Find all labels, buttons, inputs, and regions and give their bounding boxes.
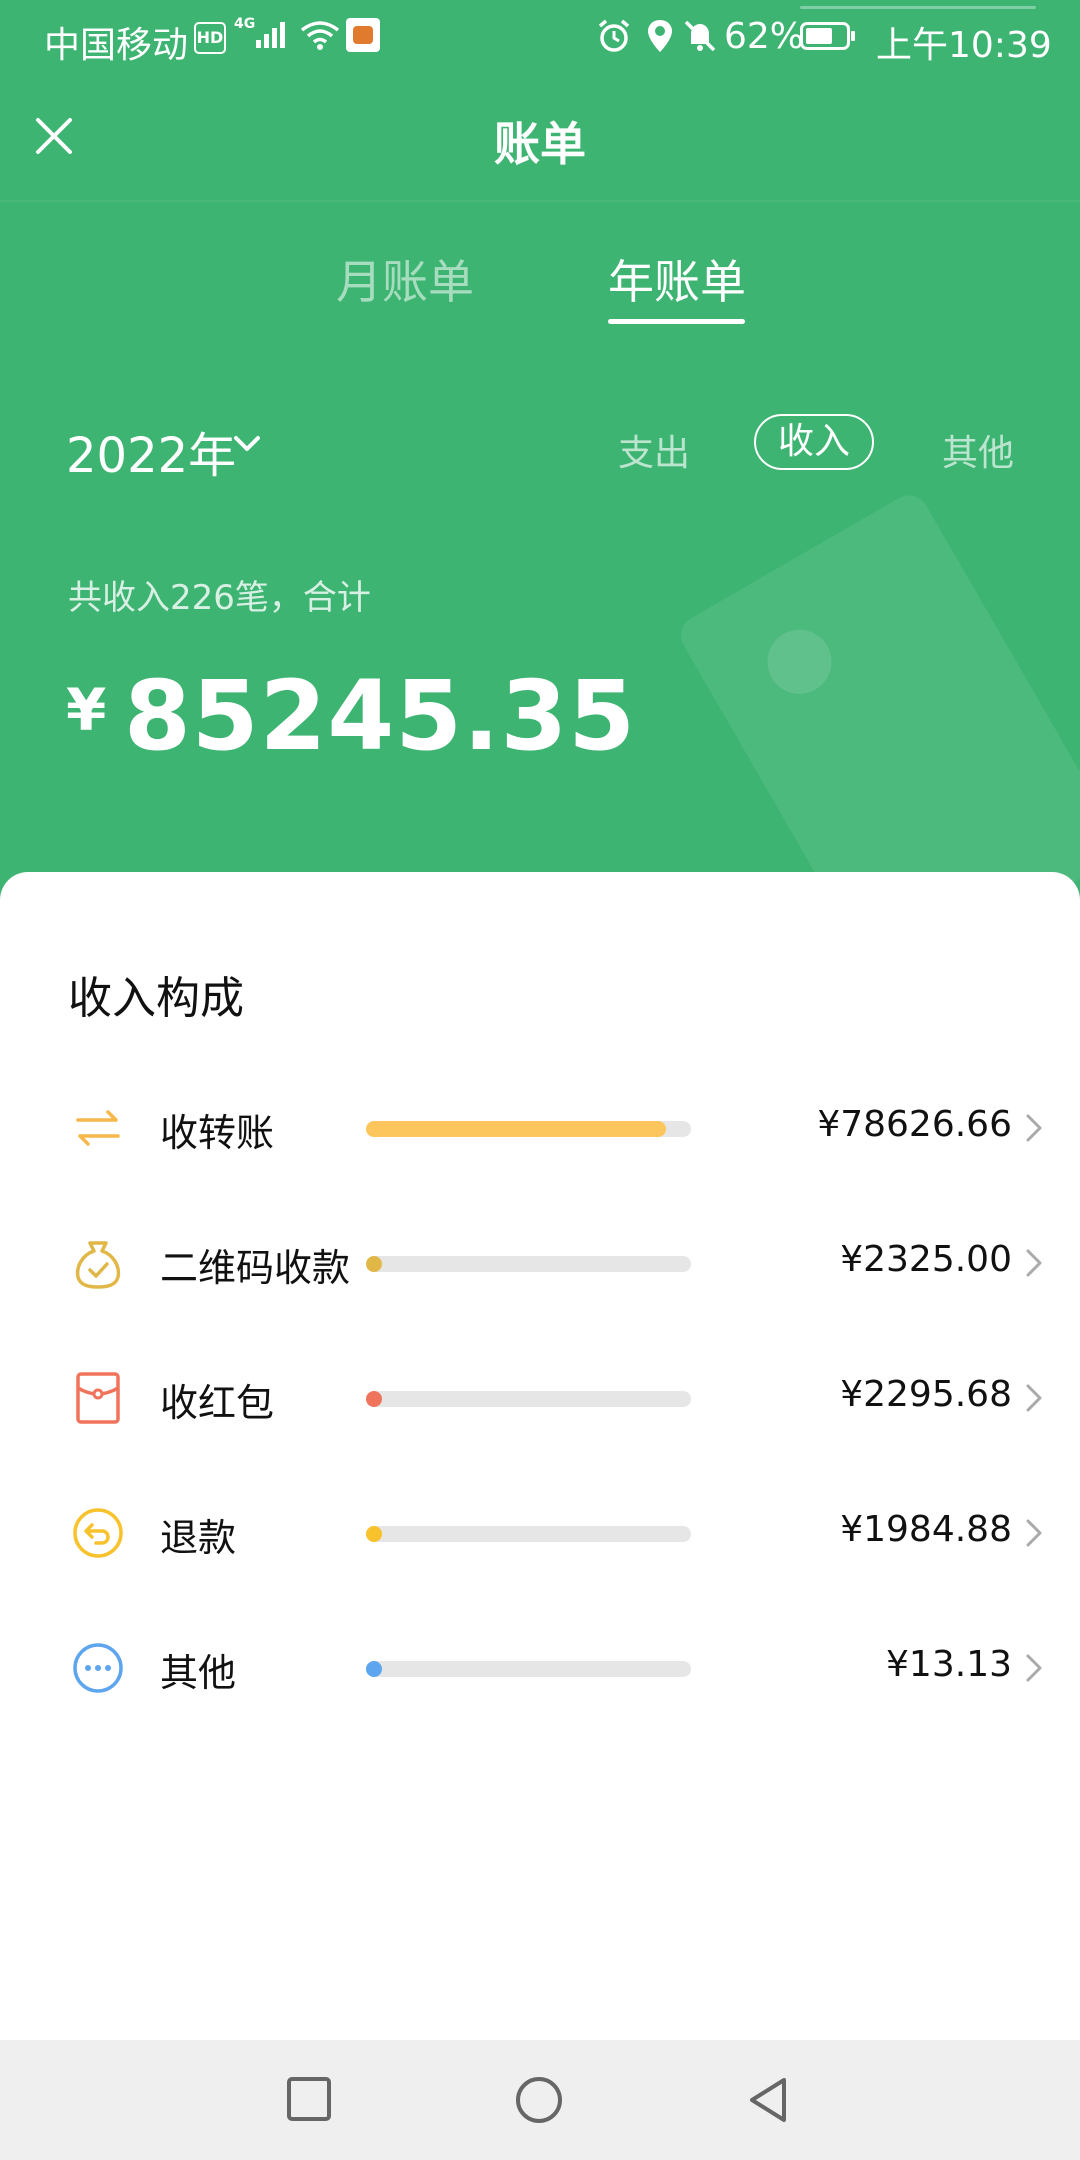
share-bar-fill	[366, 1121, 666, 1137]
income-row-amount: ¥13.13	[886, 1644, 1012, 1685]
share-bar-fill	[366, 1661, 382, 1677]
income-row-label: 收红包	[160, 1381, 275, 1425]
transfer-icon	[76, 1110, 120, 1146]
signal-icon	[256, 22, 285, 48]
mute-icon	[684, 20, 716, 52]
section-title: 收入构成	[68, 973, 244, 1024]
back-icon[interactable]	[746, 2076, 790, 2124]
refund-icon	[73, 1508, 123, 1558]
status-bar: 中国移动 HD 4G 62% 上午10:39	[0, 0, 1080, 80]
income-row-amount: ¥2295.68	[840, 1374, 1012, 1415]
filter-income[interactable]: 收入	[754, 414, 874, 470]
app-notification-icon	[346, 18, 380, 52]
income-row-amount: ¥78626.66	[817, 1104, 1012, 1145]
alarm-icon	[598, 19, 630, 52]
income-composition-card	[0, 872, 1080, 2040]
share-bar-fill	[366, 1526, 382, 1542]
share-bar-track	[366, 1121, 691, 1137]
hd-icon: HD	[194, 22, 226, 54]
share-bar-track	[366, 1391, 691, 1407]
battery-percent: 62%	[724, 16, 805, 57]
share-bar-track	[366, 1256, 691, 1272]
filter-expense[interactable]: 支出	[618, 424, 690, 476]
clock: 上午10:39	[876, 25, 1052, 66]
income-row-label: 收转账	[160, 1111, 275, 1155]
header-panel: 中国移动 HD 4G 62% 上午10:39 账单 月账单 年账单 2022年 …	[0, 0, 1080, 900]
chevron-right-icon	[1026, 1384, 1042, 1412]
income-row-refund[interactable]: 退款 ¥1984.88	[0, 1481, 1080, 1581]
page-title: 账单	[494, 117, 586, 171]
total-amount: 85245.35	[124, 660, 637, 772]
active-tab-indicator	[608, 319, 745, 324]
location-icon	[648, 20, 672, 52]
income-row-amount: ¥1984.88	[840, 1509, 1012, 1550]
currency-symbol: ¥	[66, 676, 107, 744]
income-row-label: 退款	[160, 1516, 237, 1560]
tab-month-bill[interactable]: 月账单	[336, 246, 474, 312]
title-divider	[0, 200, 1080, 202]
share-bar-fill	[366, 1391, 382, 1407]
income-row-transfer[interactable]: 收转账 ¥78626.66	[0, 1076, 1080, 1176]
filter-other[interactable]: 其他	[942, 424, 1014, 476]
year-label: 2022年	[66, 428, 237, 484]
carrier-name: 中国移动	[44, 25, 189, 66]
income-row-red-envelope[interactable]: 收红包 ¥2295.68	[0, 1346, 1080, 1446]
decoration-graphic	[673, 488, 1080, 900]
year-selector[interactable]: 2022年	[66, 416, 260, 486]
system-nav-bar	[0, 2040, 1080, 2160]
status-indicator-line	[800, 6, 1036, 9]
share-bar-track	[366, 1526, 691, 1542]
red-envelope-icon	[76, 1372, 120, 1424]
income-row-amount: ¥2325.00	[840, 1239, 1012, 1280]
more-icon	[73, 1643, 123, 1693]
home-icon[interactable]	[515, 2076, 563, 2124]
income-row-other[interactable]: 其他 ¥13.13	[0, 1616, 1080, 1716]
recent-apps-icon[interactable]	[286, 2076, 332, 2122]
tab-year-bill[interactable]: 年账单	[608, 246, 746, 312]
share-bar-fill	[366, 1256, 382, 1272]
income-row-qrcode[interactable]: 二维码收款 ¥2325.00	[0, 1211, 1080, 1311]
income-row-label: 二维码收款	[160, 1246, 351, 1290]
share-bar-track	[366, 1661, 691, 1677]
income-row-label: 其他	[160, 1651, 237, 1695]
battery-icon	[800, 22, 855, 50]
chevron-right-icon	[1026, 1654, 1042, 1682]
money-bag-icon	[75, 1241, 121, 1289]
chevron-right-icon	[1026, 1249, 1042, 1277]
chevron-right-icon	[1026, 1114, 1042, 1142]
chevron-right-icon	[1026, 1519, 1042, 1547]
summary-text: 共收入226笔，合计	[68, 578, 371, 618]
wifi-icon	[300, 21, 340, 50]
network-type: 4G	[234, 16, 256, 32]
chevron-down-icon	[234, 436, 260, 451]
